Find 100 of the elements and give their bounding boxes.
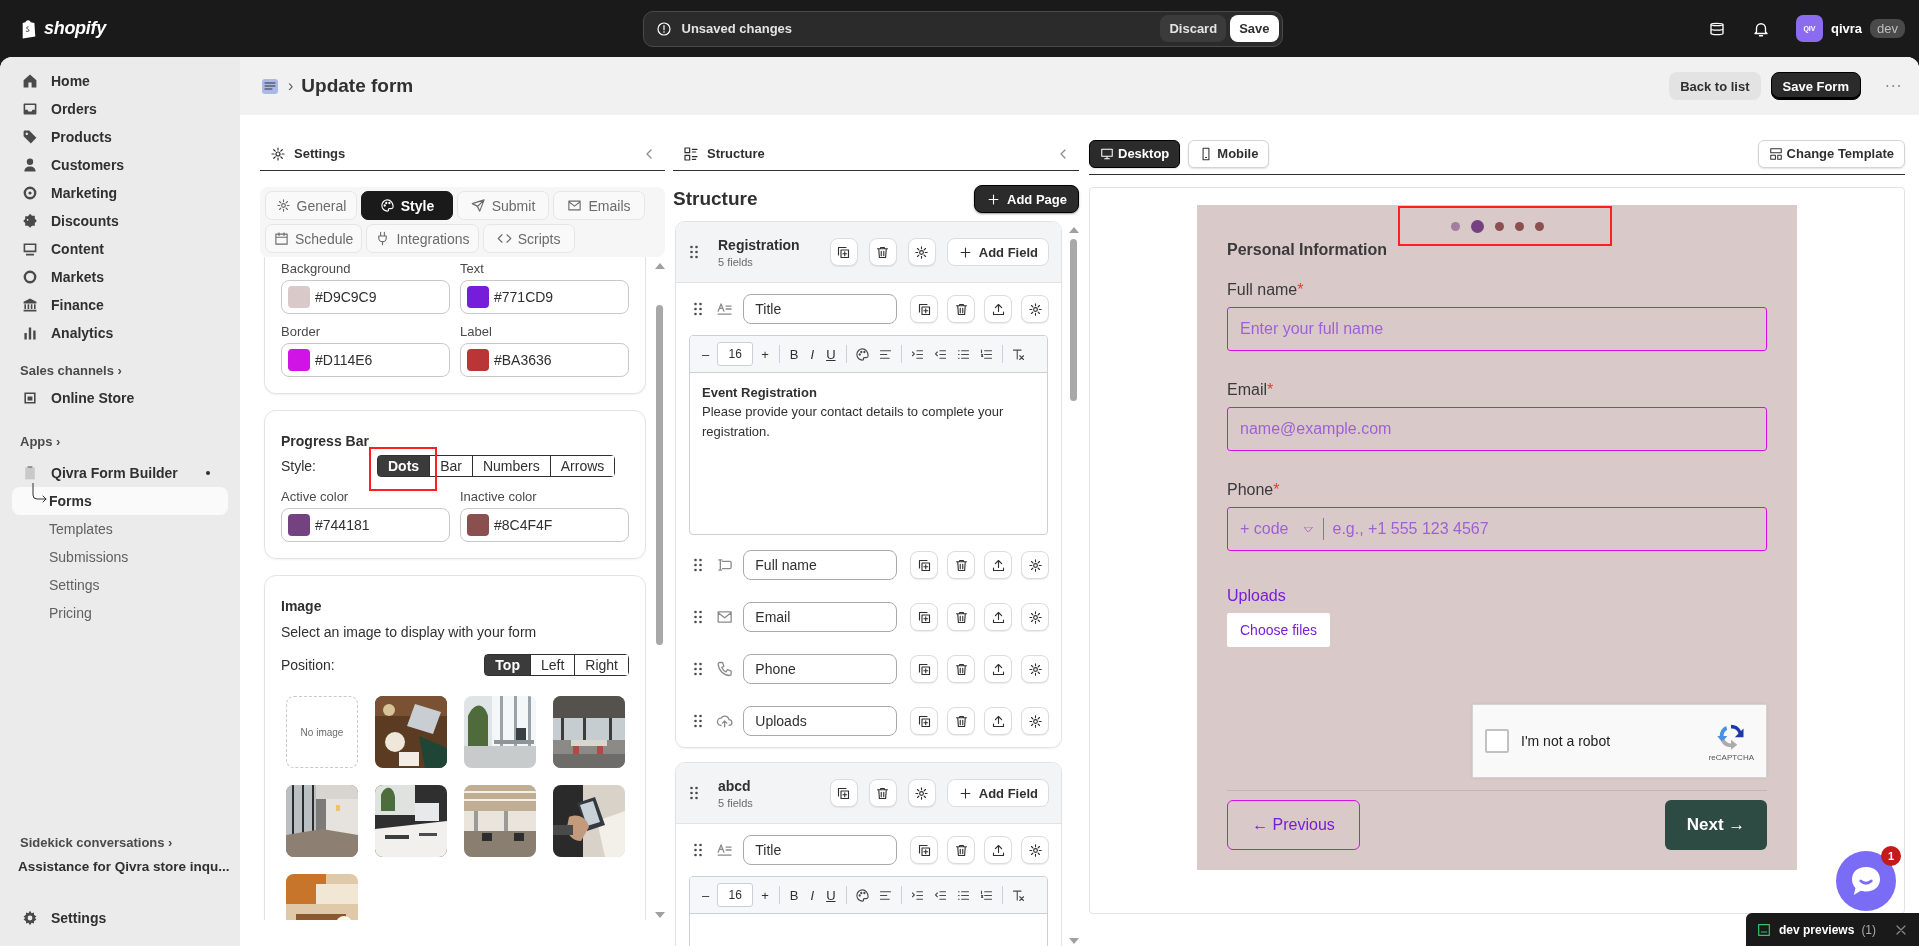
sub-nav-item[interactable]: Templates: [12, 515, 228, 543]
color-input[interactable]: #8C4F4F: [460, 508, 629, 542]
clear-format-icon[interactable]: [1010, 887, 1026, 903]
italic-button[interactable]: I: [806, 884, 819, 906]
rich-text-editor[interactable]: – 16 + B I U: [689, 876, 1048, 946]
nav-item[interactable]: Settings: [12, 904, 228, 932]
duplicate-button[interactable]: [910, 295, 938, 323]
apps-link[interactable]: Apps ›: [12, 434, 228, 449]
settings-tab[interactable]: Style: [361, 191, 453, 220]
change-template-button[interactable]: Change Template: [1757, 139, 1905, 168]
bold-button[interactable]: B: [785, 884, 803, 906]
duplicate-button[interactable]: [829, 779, 858, 807]
color-swatch[interactable]: [288, 514, 310, 536]
sidekick-conversations-link[interactable]: Sidekick conversations ›: [12, 835, 228, 850]
delete-button[interactable]: [947, 551, 975, 579]
settings-tab[interactable]: Scripts: [482, 224, 575, 253]
settings-button[interactable]: [1021, 295, 1049, 323]
decrease-size-button[interactable]: –: [698, 343, 714, 365]
email-address-field[interactable]: name@example.com: [1227, 407, 1767, 451]
sub-nav-item[interactable]: Settings: [12, 571, 228, 599]
move-up-button[interactable]: [984, 551, 1012, 579]
nav-item[interactable]: Finance: [12, 291, 228, 319]
add-field-button[interactable]: Add Field: [946, 779, 1049, 807]
increase-size-button[interactable]: +: [757, 343, 773, 365]
color-input[interactable]: #771CD9: [460, 280, 629, 314]
settings-tab[interactable]: Integrations: [366, 224, 479, 253]
color-input[interactable]: #D114E6: [281, 343, 450, 377]
clear-format-icon[interactable]: [1010, 346, 1026, 362]
color-swatch[interactable]: [288, 286, 310, 308]
view-tab[interactable]: Desktop: [1089, 139, 1181, 168]
duplicate-button[interactable]: [910, 836, 938, 864]
delete-button[interactable]: [947, 707, 975, 735]
name-field[interactable]: Enter your full name: [1227, 307, 1767, 351]
field-label-input[interactable]: Title: [743, 294, 897, 324]
sub-nav-item[interactable]: Submissions: [12, 543, 228, 571]
captcha-checkbox[interactable]: [1485, 729, 1509, 753]
settings-button[interactable]: [1021, 707, 1049, 735]
move-up-button[interactable]: [984, 655, 1012, 683]
font-size-input[interactable]: 16: [717, 342, 754, 366]
save-form-button[interactable]: Save Form: [1770, 72, 1861, 100]
next-button[interactable]: Next →: [1665, 800, 1767, 850]
nav-item[interactable]: Home: [12, 67, 228, 95]
nav-item[interactable]: Discounts: [12, 207, 228, 235]
underline-button[interactable]: U: [822, 884, 840, 906]
italic-button[interactable]: I: [806, 343, 819, 365]
add-field-button[interactable]: Add Field: [946, 238, 1049, 266]
style-option[interactable]: Dots: [378, 456, 430, 476]
sub-nav-item[interactable]: Forms: [12, 487, 228, 515]
duplicate-button[interactable]: [910, 707, 938, 735]
nav-item[interactable]: Products: [12, 123, 228, 151]
nav-item[interactable]: Marketing: [12, 179, 228, 207]
app-nav-item[interactable]: Qivra Form Builder: [12, 459, 228, 487]
sub-nav-item[interactable]: Pricing: [12, 599, 228, 627]
settings-button[interactable]: [1021, 551, 1049, 579]
discard-button[interactable]: Discard: [1160, 15, 1227, 42]
color-input[interactable]: #744181: [281, 508, 450, 542]
color-input[interactable]: #BA3636: [460, 343, 629, 377]
drag-handle-icon[interactable]: [694, 610, 702, 624]
dev-previews-label[interactable]: dev previews: [1779, 922, 1855, 937]
settings-button[interactable]: [1021, 603, 1049, 631]
field-label-input[interactable]: Uploads: [743, 706, 897, 736]
drag-handle-icon[interactable]: [694, 843, 702, 857]
duplicate-button[interactable]: [910, 551, 938, 579]
sales-channels-link[interactable]: Sales channels ›: [12, 363, 228, 378]
previous-button[interactable]: ← Previous: [1227, 800, 1360, 850]
palette-icon[interactable]: [854, 887, 870, 903]
settings-tab[interactable]: Submit: [457, 191, 549, 220]
conversation-item[interactable]: Assistance for Qivra store inqu...: [12, 858, 228, 876]
store-name[interactable]: qivra: [1830, 21, 1863, 36]
settings-button[interactable]: [907, 779, 936, 807]
settings-button[interactable]: [1021, 655, 1049, 683]
move-up-button[interactable]: [984, 707, 1012, 735]
drag-handle-icon[interactable]: [694, 302, 702, 316]
move-up-button[interactable]: [984, 295, 1012, 323]
duplicate-button[interactable]: [910, 603, 938, 631]
nav-item[interactable]: Analytics: [12, 319, 228, 347]
settings-tab[interactable]: General: [265, 191, 357, 220]
drag-handle-icon[interactable]: [690, 245, 698, 259]
choose-files-button[interactable]: Choose files: [1227, 613, 1331, 647]
delete-button[interactable]: [947, 655, 975, 683]
nav-item[interactable]: Markets: [12, 263, 228, 291]
numbered-list-icon[interactable]: [978, 346, 994, 362]
underline-button[interactable]: U: [822, 343, 840, 365]
color-swatch[interactable]: [467, 514, 489, 536]
no-image-option[interactable]: No image: [286, 696, 358, 768]
duplicate-button[interactable]: [910, 655, 938, 683]
position-option[interactable]: Right: [574, 655, 628, 675]
drag-handle-icon[interactable]: [694, 662, 702, 676]
drag-handle-icon[interactable]: [694, 714, 702, 728]
delete-button[interactable]: [947, 836, 975, 864]
increase-size-button[interactable]: +: [757, 884, 773, 906]
drag-handle-icon[interactable]: [690, 786, 698, 800]
decrease-size-button[interactable]: –: [698, 884, 714, 906]
rich-text-editor[interactable]: – 16 + B I U Event Registration Please provide your contact details to complete your registration.: [689, 335, 1048, 535]
delete-button[interactable]: [947, 295, 975, 323]
add-page-button[interactable]: Add Page: [974, 185, 1079, 213]
numbered-list-icon[interactable]: [978, 887, 994, 903]
color-input[interactable]: #D9C9C9: [281, 280, 450, 314]
settings-tab[interactable]: Emails: [553, 191, 645, 220]
delete-button[interactable]: [868, 238, 897, 266]
